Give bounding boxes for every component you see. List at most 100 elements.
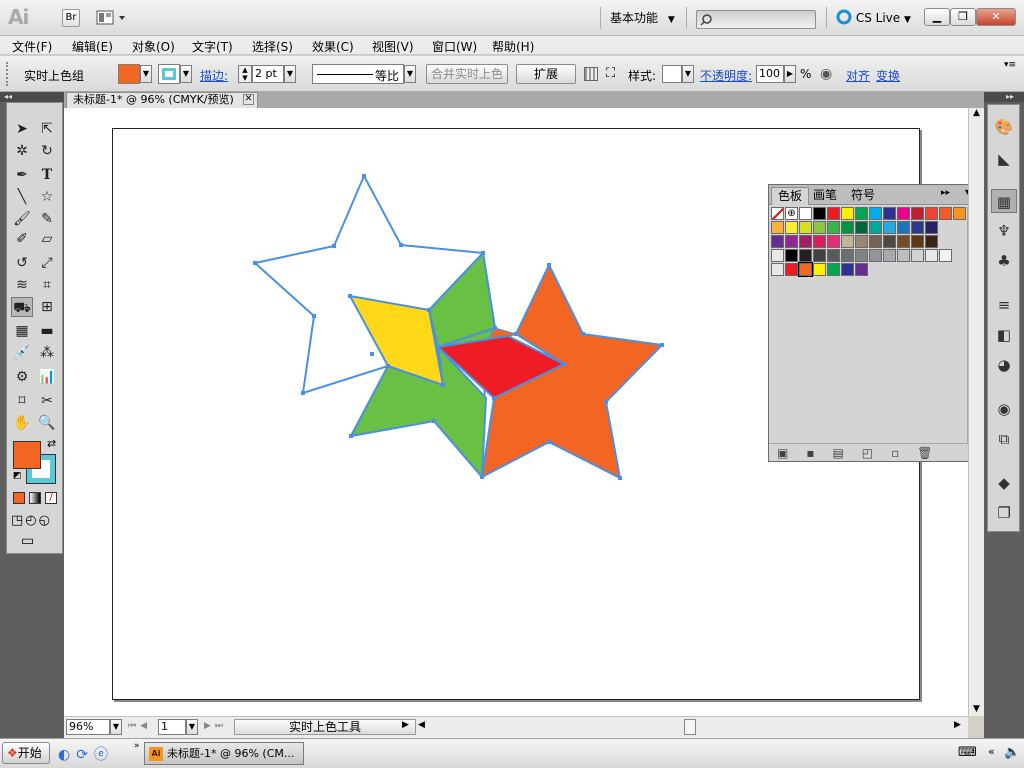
swatch-chip[interactable] <box>855 249 868 262</box>
swatch-chip[interactable] <box>827 235 840 248</box>
swatch-chip[interactable] <box>813 221 826 234</box>
tab-brushes[interactable]: 画笔 <box>807 187 843 205</box>
fill-color-box[interactable] <box>13 441 41 469</box>
swatch-group-folder-icon[interactable] <box>771 263 784 276</box>
appearance-panel-icon[interactable]: ◉ <box>991 397 1017 421</box>
swatch-chip[interactable] <box>827 263 840 276</box>
swatch-chip[interactable] <box>798 262 813 277</box>
color-panel-icon[interactable]: 🎨 <box>991 115 1017 139</box>
swatch-chip[interactable] <box>925 221 938 234</box>
swatch-chip[interactable] <box>785 249 798 262</box>
quick-launch-icons[interactable]: ◐⟳ⓔ <box>58 744 114 764</box>
swatch-chip[interactable] <box>841 263 854 276</box>
artboard-number-input[interactable]: 1 <box>158 719 186 735</box>
swatch-chip[interactable] <box>827 249 840 262</box>
swatch-chip[interactable] <box>855 221 868 234</box>
status-menu-icon[interactable]: ▶ <box>402 720 409 730</box>
swatches-panel-tabs: 色板 画笔 符号 ▸▸ ▾≡ <box>769 185 983 205</box>
swatch-chip[interactable] <box>883 235 896 248</box>
swatch-chip[interactable] <box>897 235 910 248</box>
swatch-chip[interactable] <box>911 221 924 234</box>
swatch-chip[interactable] <box>799 221 812 234</box>
swatch-chip[interactable] <box>827 221 840 234</box>
swatch-chip[interactable] <box>799 207 812 220</box>
none-swatch[interactable] <box>771 207 784 220</box>
status-tool-display[interactable]: 实时上色工具 <box>234 719 416 735</box>
start-button[interactable]: ❖开始 <box>2 742 50 764</box>
registration-swatch[interactable]: ⊕ <box>785 207 798 220</box>
swatch-chip[interactable] <box>869 235 882 248</box>
swatch-chip[interactable] <box>911 235 924 248</box>
swatch-chip[interactable] <box>813 263 826 276</box>
swatches-panel-icon[interactable]: ▦ <box>991 189 1017 213</box>
tab-symbols[interactable]: 符号 <box>845 187 881 205</box>
swatch-chip[interactable] <box>939 207 952 220</box>
swatch-chip[interactable] <box>785 235 798 248</box>
chevron-down-icon: ▼ <box>112 722 120 731</box>
tray-expand-icon[interactable]: « <box>988 745 995 758</box>
artboards-panel-icon[interactable]: ❐ <box>991 501 1017 525</box>
swatch-chip[interactable] <box>813 249 826 262</box>
color-guide-icon[interactable]: ◣ <box>991 147 1017 171</box>
swatch-chip[interactable] <box>813 207 826 220</box>
brushes-panel-icon[interactable]: ♆ <box>991 219 1017 243</box>
swatch-chip[interactable] <box>911 249 924 262</box>
swatch-chip[interactable] <box>841 235 854 248</box>
swatches-footer-icons[interactable]: ▣▪▤◰▫🗑 <box>769 443 983 461</box>
symbols-panel-icon[interactable]: ♣ <box>991 249 1017 273</box>
swatch-chip[interactable] <box>925 207 938 220</box>
swatch-chip[interactable] <box>827 207 840 220</box>
scroll-right-icon[interactable]: ▶ <box>954 720 961 730</box>
keyboard-icon[interactable]: ⌨ <box>958 745 977 760</box>
swatch-chip[interactable] <box>883 207 896 220</box>
swatch-chip[interactable] <box>841 207 854 220</box>
expand-dock-icon[interactable]: ▸▸ <box>984 92 1024 102</box>
swatch-chip[interactable] <box>897 207 910 220</box>
scroll-up-icon[interactable]: ▲ <box>969 108 984 118</box>
horizontal-scroll-thumb[interactable] <box>684 719 696 735</box>
swatch-chip[interactable] <box>939 249 952 262</box>
swatch-chip[interactable] <box>911 207 924 220</box>
swatch-chip[interactable] <box>771 235 784 248</box>
swatch-chip[interactable] <box>841 221 854 234</box>
swatch-chip[interactable] <box>925 249 938 262</box>
swatch-chip[interactable] <box>799 249 812 262</box>
artboard-dropdown[interactable]: ▼ <box>186 719 198 735</box>
gradient-panel-icon[interactable]: ◧ <box>991 323 1017 347</box>
swatch-chip[interactable] <box>813 235 826 248</box>
tab-swatches[interactable]: 色板 <box>771 187 810 205</box>
swatch-chip[interactable] <box>855 235 868 248</box>
swatch-chip[interactable] <box>869 221 882 234</box>
stroke-panel-icon[interactable]: ≡ <box>991 293 1017 317</box>
graphic-styles-panel-icon[interactable]: ⧉ <box>991 427 1017 451</box>
swatch-chip[interactable] <box>897 221 910 234</box>
vertical-scrollbar[interactable]: ▲ ▼ <box>968 108 984 716</box>
swatch-chip[interactable] <box>785 221 798 234</box>
swatch-chip[interactable] <box>869 249 882 262</box>
taskbar-illustrator-task[interactable]: Ai 未标题-1* @ 96% (CM... <box>144 742 304 765</box>
zoom-level-input[interactable]: 96% <box>66 719 110 735</box>
volume-icon[interactable]: 🔈 <box>1004 745 1020 760</box>
swatch-chip[interactable] <box>883 221 896 234</box>
quick-launch-more-icon[interactable]: » <box>134 741 140 751</box>
zoom-dropdown[interactable]: ▼ <box>110 719 122 735</box>
swatch-chip[interactable] <box>785 263 798 276</box>
swatch-chip[interactable] <box>953 207 966 220</box>
scroll-down-icon[interactable]: ▼ <box>969 704 984 714</box>
swatch-group-folder-icon[interactable] <box>771 249 784 262</box>
swatch-chip[interactable] <box>883 249 896 262</box>
layers-panel-icon[interactable]: ◆ <box>991 471 1017 495</box>
swatch-chip[interactable] <box>771 221 784 234</box>
swatch-chip[interactable] <box>855 263 868 276</box>
swatch-chip[interactable] <box>869 207 882 220</box>
expand-panel-icon[interactable]: ▸▸ <box>941 188 950 198</box>
scroll-left-icon[interactable]: ◀ <box>418 720 425 730</box>
artboard-next-icons[interactable]: ▶⏭ <box>204 721 227 731</box>
swatch-chip[interactable] <box>925 235 938 248</box>
swatch-chip[interactable] <box>841 249 854 262</box>
transparency-panel-icon[interactable]: ◕ <box>991 353 1017 377</box>
swatch-chip[interactable] <box>799 235 812 248</box>
swatch-chip[interactable] <box>897 249 910 262</box>
swatch-chip[interactable] <box>855 207 868 220</box>
artboard-prev-icons[interactable]: ⏮◀ <box>128 721 151 731</box>
